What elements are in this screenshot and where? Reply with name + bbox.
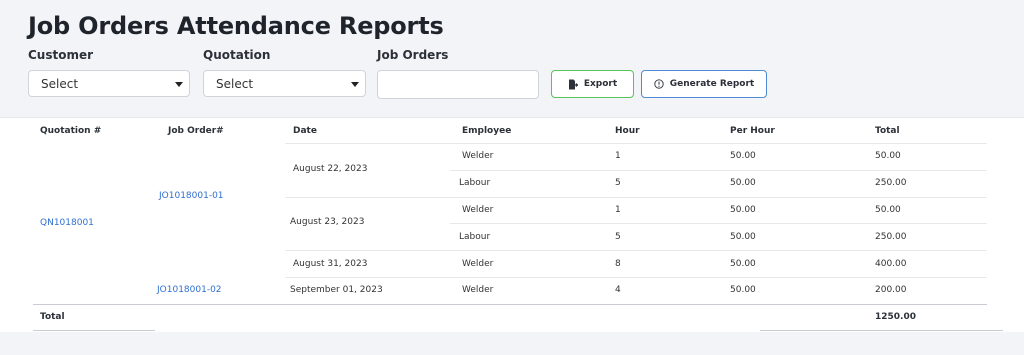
page-title: Job Orders Attendance Reports bbox=[28, 12, 444, 40]
per-hour-cell: 50.00 bbox=[730, 151, 756, 161]
job-orders-input[interactable] bbox=[377, 70, 539, 99]
total-cell: 50.00 bbox=[875, 151, 901, 161]
header-job-order: Job Order# bbox=[168, 126, 224, 136]
export-button-label: Export bbox=[583, 79, 618, 89]
row-divider bbox=[285, 277, 987, 278]
total-cell: 50.00 bbox=[875, 205, 901, 215]
caret-down-icon bbox=[351, 82, 359, 87]
per-hour-cell: 50.00 bbox=[730, 178, 756, 188]
total-cell: 200.00 bbox=[875, 285, 907, 295]
job-order-link[interactable]: JO1018001-02 bbox=[157, 285, 222, 295]
job-order-link[interactable]: JO1018001-01 bbox=[159, 191, 224, 201]
total-cell: 250.00 bbox=[875, 232, 907, 242]
quotation-select-value: Select bbox=[216, 77, 254, 91]
header-quotation: Quotation # bbox=[40, 126, 102, 136]
employee-cell: Welder bbox=[462, 259, 494, 269]
header-hour: Hour bbox=[615, 126, 640, 136]
quotation-link[interactable]: QN1018001 bbox=[40, 218, 94, 228]
employee-cell: Welder bbox=[462, 151, 494, 161]
row-divider bbox=[285, 197, 987, 198]
date-cell: September 01, 2023 bbox=[290, 285, 383, 295]
per-hour-cell: 50.00 bbox=[730, 259, 756, 269]
row-divider bbox=[285, 250, 987, 251]
quotation-select[interactable]: Select bbox=[203, 70, 366, 97]
customer-select[interactable]: Select bbox=[28, 70, 190, 97]
file-export-icon bbox=[568, 79, 578, 90]
row-divider bbox=[450, 223, 987, 224]
date-cell: August 23, 2023 bbox=[290, 217, 365, 227]
hour-cell: 1 bbox=[615, 151, 621, 161]
per-hour-cell: 50.00 bbox=[730, 232, 756, 242]
report-table: Quotation # Job Order# Date Employee Hou… bbox=[0, 117, 1024, 332]
hour-cell: 1 bbox=[615, 205, 621, 215]
generate-report-button-label: Generate Report bbox=[669, 79, 755, 89]
total-underline bbox=[760, 330, 1003, 331]
customer-label: Customer bbox=[28, 48, 94, 62]
hour-cell: 5 bbox=[615, 178, 621, 188]
job-orders-label: Job Orders bbox=[377, 48, 449, 62]
info-circle-icon bbox=[654, 79, 664, 89]
quotation-label: Quotation bbox=[203, 48, 271, 62]
grand-total-value: 1250.00 bbox=[875, 312, 916, 322]
header-total: Total bbox=[875, 126, 900, 136]
total-cell: 250.00 bbox=[875, 178, 907, 188]
row-divider bbox=[285, 143, 987, 144]
header-employee: Employee bbox=[462, 126, 512, 136]
customer-select-value: Select bbox=[41, 77, 79, 91]
row-divider bbox=[450, 170, 987, 171]
header-per-hour: Per Hour bbox=[730, 126, 775, 136]
employee-cell: Welder bbox=[462, 205, 494, 215]
total-underline bbox=[33, 330, 155, 331]
export-button[interactable]: Export bbox=[551, 70, 634, 98]
per-hour-cell: 50.00 bbox=[730, 285, 756, 295]
header-date: Date bbox=[293, 126, 317, 136]
footer-total-label: Total bbox=[40, 312, 65, 322]
total-cell: 400.00 bbox=[875, 259, 907, 269]
hour-cell: 4 bbox=[615, 285, 621, 295]
employee-cell: Welder bbox=[462, 285, 494, 295]
hour-cell: 8 bbox=[615, 259, 621, 269]
employee-cell: Labour bbox=[459, 232, 491, 242]
caret-down-icon bbox=[175, 82, 183, 87]
date-cell: August 22, 2023 bbox=[293, 164, 368, 174]
date-cell: August 31, 2023 bbox=[293, 259, 368, 269]
employee-cell: Labour bbox=[459, 178, 491, 188]
hour-cell: 5 bbox=[615, 232, 621, 242]
generate-report-button[interactable]: Generate Report bbox=[641, 70, 767, 98]
total-divider bbox=[33, 304, 987, 305]
filters-header: Job Orders Attendance Reports Customer Q… bbox=[0, 0, 1024, 117]
per-hour-cell: 50.00 bbox=[730, 205, 756, 215]
